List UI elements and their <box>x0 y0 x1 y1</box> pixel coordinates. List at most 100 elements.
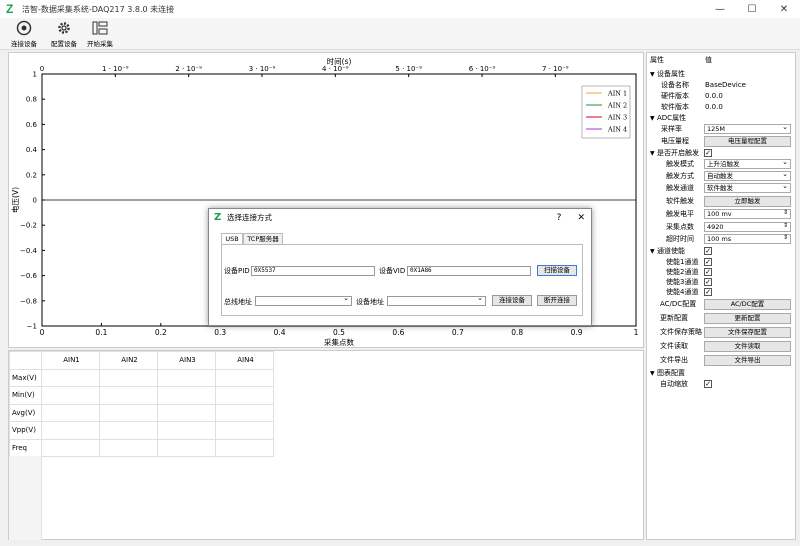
collapse-arrow-icon[interactable]: ▼ <box>650 148 655 159</box>
channel-enable-checkbox[interactable]: ✓ <box>704 247 712 255</box>
stats-row-header-column <box>9 456 42 540</box>
enable-channel-2-checkbox[interactable]: ✓ <box>704 268 712 276</box>
legend-entry: AIN 2 <box>607 102 627 110</box>
collapse-arrow-icon[interactable]: ▼ <box>650 69 655 80</box>
adc-group: ADC属性 <box>657 114 687 122</box>
update-config-button[interactable]: 更新配置 <box>704 313 791 324</box>
software-trigger-label: 软件触发 <box>666 197 694 205</box>
prop-header-name: 属性 <box>650 56 664 64</box>
help-button[interactable]: ? <box>557 209 562 227</box>
file-save-config-button[interactable]: 文件保存配置 <box>704 327 791 338</box>
file-save-policy-label: 文件保存策略 <box>660 328 702 336</box>
scan-device-button[interactable]: 扫描设备 <box>537 265 577 276</box>
update-config-label: 更新配置 <box>660 314 688 322</box>
table-cell <box>41 368 100 387</box>
trigger-method-select[interactable]: 自动触发 <box>704 170 791 181</box>
x-tick-label: 0.9 <box>571 328 583 337</box>
sample-rate-label: 采样率 <box>661 125 682 133</box>
file-export-button[interactable]: 文件导出 <box>704 355 791 366</box>
window-title: 洁智-数据采集系统-DAQ217 3.8.0 未连接 <box>22 4 175 14</box>
x-tick-label: 0 <box>40 328 45 337</box>
x-top-tick-label: 5 · 10⁻⁹ <box>395 65 422 73</box>
start-acquisition-button[interactable]: 开始采集 <box>84 20 116 48</box>
disconnect-button[interactable]: 断开连接 <box>537 295 577 306</box>
table-cell <box>157 403 216 422</box>
x-tick-label: 0.6 <box>392 328 404 337</box>
hardware-version-label: 硬件版本 <box>661 92 689 100</box>
device-address-select[interactable] <box>387 294 486 306</box>
dialog-close-button[interactable]: ✕ <box>577 209 585 227</box>
app-logo-icon: Z <box>6 2 14 16</box>
stats-row-vpp: Vpp(V) <box>9 421 42 440</box>
software-version-label: 软件版本 <box>661 103 689 111</box>
table-cell <box>99 438 158 457</box>
connect-button[interactable]: 连接设备 <box>492 295 532 306</box>
sample-points-input[interactable]: 4920 <box>704 222 791 232</box>
table-cell <box>215 421 274 440</box>
channel-enable-group: 通道使能 <box>657 247 685 255</box>
minimize-button[interactable]: — <box>704 0 736 18</box>
close-button[interactable]: ✕ <box>768 0 800 18</box>
statistics-panel: AIN1 AIN2 AIN3 AIN4 Max(V) Min(V) Avg(V)… <box>8 350 644 540</box>
acdc-config-button[interactable]: AC/DC配置 <box>704 299 791 310</box>
pid-input[interactable]: 0X5537 <box>251 266 375 276</box>
table-cell <box>157 438 216 457</box>
vid-input[interactable]: 0X1A86 <box>407 266 531 276</box>
x-tick-label: 0.3 <box>214 328 226 337</box>
auto-scale-label: 自动缩放 <box>660 380 688 388</box>
table-cell <box>157 368 216 387</box>
bus-address-select[interactable] <box>255 294 352 306</box>
trigger-level-label: 触发电平 <box>666 210 694 218</box>
x-top-tick-label: 0 <box>40 65 44 73</box>
x-tick-label: 0.8 <box>511 328 523 337</box>
trigger-enable-checkbox[interactable]: ✓ <box>704 149 712 157</box>
trigger-enable-group: 是否开启触发 <box>657 149 699 157</box>
device-group: 设备属性 <box>657 70 685 78</box>
x-top-tick-label: 4 · 10⁻⁹ <box>322 65 349 73</box>
auto-scale-checkbox[interactable]: ✓ <box>704 380 712 388</box>
trigger-method-label: 触发方式 <box>666 172 694 180</box>
x-axis-label: 采集点数 <box>324 337 354 347</box>
table-cell <box>41 438 100 457</box>
enable-channel-4-label: 使能4通道 <box>666 288 699 296</box>
trigger-now-button[interactable]: 立即触发 <box>704 196 791 207</box>
connect-device-button[interactable]: 连接设备 <box>8 20 40 48</box>
stats-col-ain2: AIN2 <box>99 351 158 370</box>
stats-col-ain3: AIN3 <box>157 351 216 370</box>
enable-channel-1-checkbox[interactable]: ✓ <box>704 258 712 266</box>
table-cell <box>157 386 216 405</box>
software-version-value: 0.0.0 <box>705 103 723 111</box>
x-tick-label: 0.2 <box>155 328 167 337</box>
collapse-arrow-icon[interactable]: ▼ <box>650 368 655 379</box>
enable-channel-4-checkbox[interactable]: ✓ <box>704 288 712 296</box>
y-tick-label: 0.4 <box>26 146 38 154</box>
collapse-arrow-icon[interactable]: ▼ <box>650 113 655 124</box>
trigger-level-spinbox[interactable]: 100 mv <box>704 209 791 219</box>
y-tick-label: 1 <box>33 71 37 79</box>
trigger-channel-select[interactable]: 软件触发 <box>704 182 791 193</box>
trigger-mode-label: 触发模式 <box>666 160 694 168</box>
sample-rate-select[interactable]: 125M <box>704 123 791 134</box>
statistics-table: AIN1 AIN2 AIN3 AIN4 Max(V) Min(V) Avg(V)… <box>9 351 274 457</box>
maximize-button[interactable]: ☐ <box>736 0 768 18</box>
enable-channel-3-checkbox[interactable]: ✓ <box>704 278 712 286</box>
timeout-label: 超时时间 <box>666 235 694 243</box>
y-tick-label: −0.8 <box>20 297 37 305</box>
table-cell <box>41 386 100 405</box>
timeout-spinbox[interactable]: 100 ms <box>704 234 791 244</box>
usb-tab-pane: 设备PID 0X5537 设备VID 0X1A86 扫描设备 总线地址 设备地址… <box>221 244 583 316</box>
trigger-mode-select[interactable]: 上升沿触发 <box>704 158 791 169</box>
table-cell <box>157 421 216 440</box>
voltage-range-config-button[interactable]: 电压量程配置 <box>704 136 791 147</box>
y-tick-label: 0.2 <box>26 171 37 179</box>
table-cell <box>215 438 274 457</box>
toolbar: 连接设备 配置设备 开始采集 <box>0 18 800 50</box>
collapse-arrow-icon[interactable]: ▼ <box>650 246 655 257</box>
device-name-label: 设备名称 <box>661 81 689 89</box>
stats-row-min: Min(V) <box>9 386 42 405</box>
vid-label: 设备VID <box>379 267 406 275</box>
configure-device-button[interactable]: 配置设备 <box>48 20 80 48</box>
file-read-button[interactable]: 文件读取 <box>704 341 791 352</box>
x-tick-label: 1 <box>634 328 639 337</box>
table-cell <box>215 386 274 405</box>
